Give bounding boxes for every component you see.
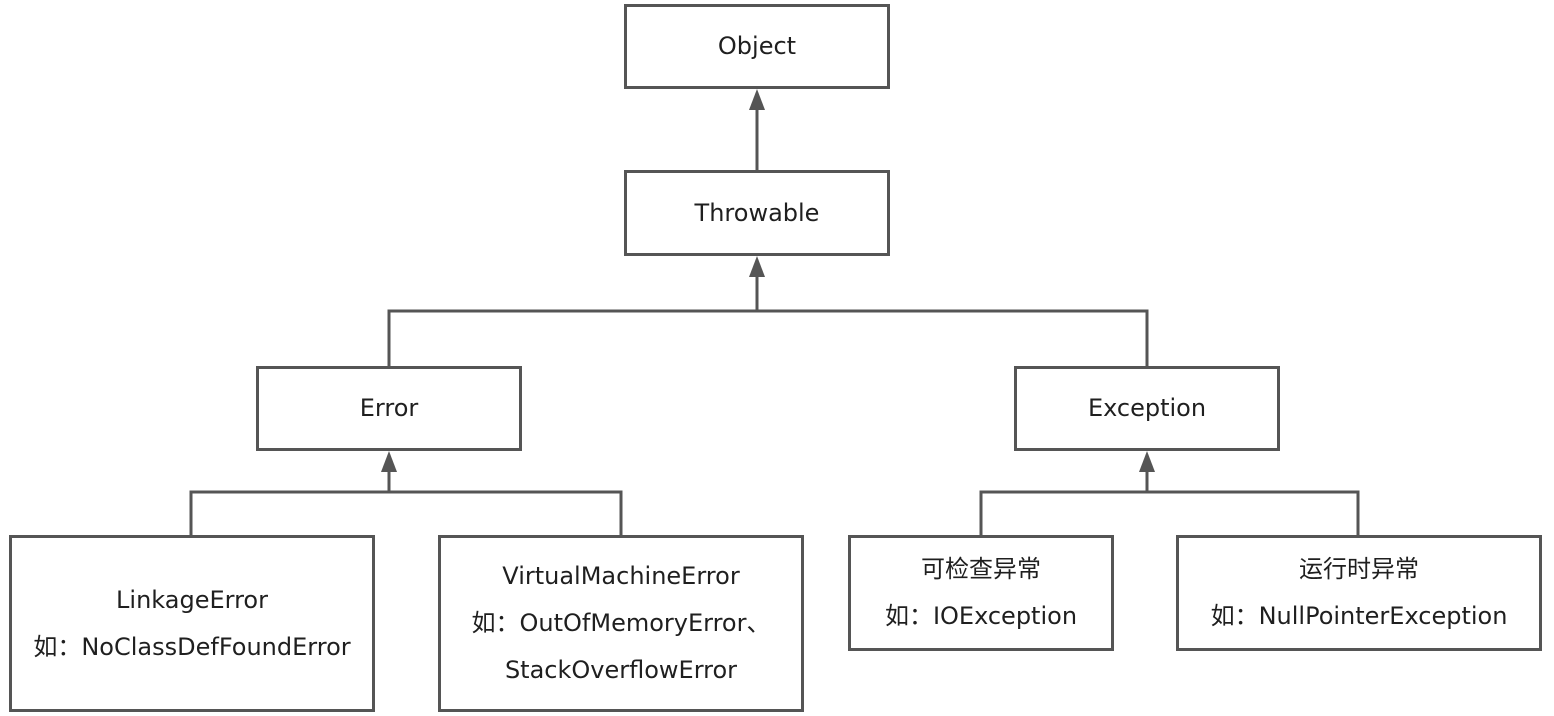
node-object: Object [624, 4, 890, 89]
connector-error-to-throwable [387, 309, 1149, 366]
node-vm-error: VirtualMachineError 如：OutOfMemoryError、 … [438, 535, 804, 712]
arrowhead-error [381, 451, 397, 472]
node-runtime-exception-title: 运行时异常 [1299, 555, 1419, 583]
node-object-label: Object [717, 32, 797, 60]
class-hierarchy-diagram: Object Throwable Error Exception Linkage… [0, 0, 1554, 716]
node-runtime-exception-example: 如：NullPointerException [1210, 602, 1508, 630]
node-linkage-error: LinkageError 如：NoClassDefFoundError [9, 535, 375, 712]
node-throwable: Throwable [624, 170, 890, 256]
node-error: Error [256, 366, 522, 451]
arrowhead-throwable [749, 256, 765, 277]
node-vm-error-example-1: 如：OutOfMemoryError、 [471, 609, 771, 637]
node-checked-exception-title: 可检查异常 [921, 555, 1041, 583]
node-vm-error-title: VirtualMachineError [502, 562, 740, 590]
node-linkage-error-title: LinkageError [116, 585, 268, 614]
node-error-label: Error [359, 394, 419, 422]
connector-exception-children [979, 490, 1360, 535]
arrowhead-exception [1139, 451, 1155, 472]
arrowhead-object [749, 89, 765, 110]
node-checked-exception-example: 如：IOException [884, 602, 1078, 630]
node-vm-error-example-2: StackOverflowError [504, 656, 738, 684]
node-throwable-label: Throwable [694, 198, 820, 227]
node-linkage-error-example: 如：NoClassDefFoundError [33, 632, 351, 661]
node-exception-label: Exception [1087, 394, 1207, 422]
node-runtime-exception: 运行时异常 如：NullPointerException [1176, 535, 1542, 651]
connector-error-children [189, 490, 623, 535]
node-checked-exception: 可检查异常 如：IOException [848, 535, 1114, 651]
node-exception: Exception [1014, 366, 1280, 451]
